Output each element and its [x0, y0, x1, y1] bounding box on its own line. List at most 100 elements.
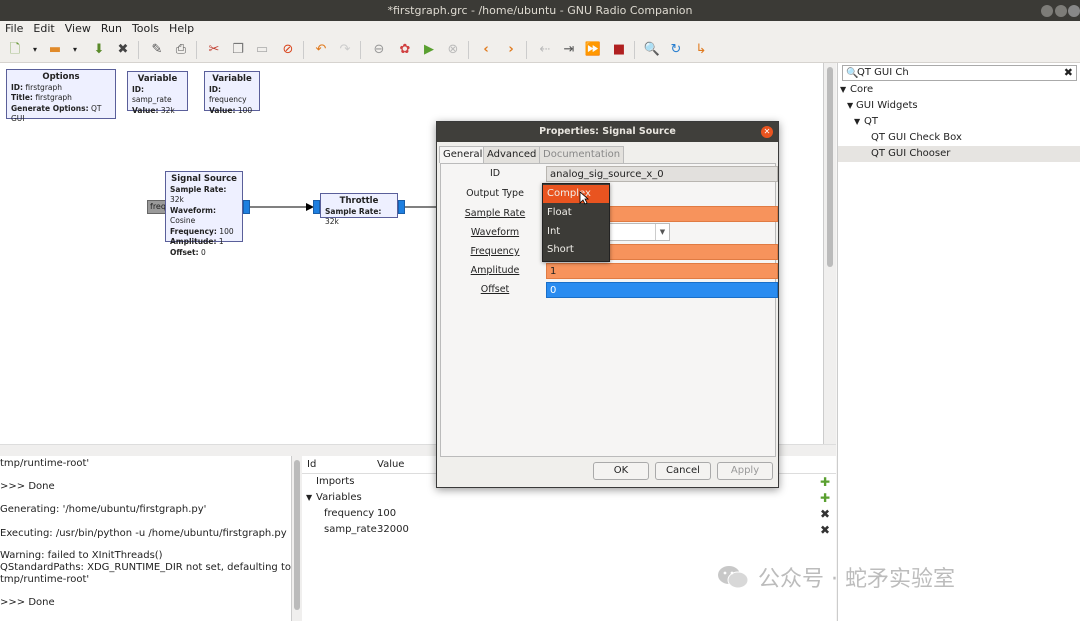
connection-line — [405, 206, 437, 208]
menu-run[interactable]: Run — [96, 21, 127, 37]
bypass-icon[interactable]: ⇠ — [536, 41, 554, 59]
sample-rate-label: Sample Rate — [464, 208, 526, 219]
menu-edit[interactable]: Edit — [28, 21, 59, 37]
console-line: tmp/runtime-root' — [0, 574, 90, 585]
console-line: tmp/runtime-root' — [0, 458, 90, 469]
expand-arrow-icon[interactable]: ▼ — [854, 114, 860, 130]
hier-icon[interactable]: ⇥ — [560, 41, 578, 59]
more-icon[interactable]: ↳ — [692, 41, 710, 59]
variable-samp-rate-block[interactable]: Variable ID: samp_rate Value: 32k — [127, 71, 188, 115]
expand-arrow-icon[interactable]: ▼ — [306, 490, 312, 506]
signal-source-out-port[interactable] — [243, 200, 250, 214]
column-id[interactable]: Id — [307, 456, 316, 474]
print-icon[interactable]: ⎙ — [172, 41, 190, 59]
add-import-icon[interactable]: ✚ — [818, 475, 832, 489]
waveform-label: Waveform — [470, 227, 520, 238]
tab-advanced[interactable]: Advanced — [483, 146, 541, 163]
dropdown-icon[interactable]: ▾ — [26, 41, 44, 59]
redo-icon[interactable]: ↷ — [336, 41, 354, 59]
search-icon: 🔍 — [846, 68, 859, 79]
chevron-down-icon[interactable]: ▼ — [655, 224, 669, 240]
throttle-out-port[interactable] — [398, 200, 405, 214]
find-icon[interactable]: 🔍 — [643, 41, 661, 59]
disable-icon[interactable]: ⊖ — [370, 41, 388, 59]
tab-general[interactable]: General — [439, 146, 487, 163]
window-title: *firstgraph.grc - /home/ubuntu - GNU Rad… — [387, 4, 693, 17]
table-row[interactable]: ▼ Variables — [302, 490, 836, 506]
cancel-button[interactable]: Cancel — [655, 462, 711, 480]
generate-icon[interactable]: ✿ — [396, 41, 414, 59]
reload-icon[interactable]: ↻ — [667, 41, 685, 59]
menu-help[interactable]: Help — [164, 21, 199, 37]
expand-arrow-icon[interactable]: ▼ — [840, 82, 846, 98]
menu-view[interactable]: View — [60, 21, 96, 37]
console-scrollbar[interactable] — [292, 456, 302, 621]
column-value[interactable]: Value — [377, 456, 404, 474]
id-field[interactable]: analog_sig_source_x_0 — [546, 166, 778, 182]
throttle-in-port[interactable] — [313, 200, 320, 214]
tree-item-qt-gui-check-box[interactable]: QT GUI Check Box — [838, 130, 1080, 146]
option-complex[interactable]: Complex — [543, 185, 609, 203]
scroll-thumb[interactable] — [294, 460, 300, 610]
tree-item-core[interactable]: ▼ Core — [838, 82, 1080, 98]
signal-source-block[interactable]: Signal Source Sample Rate: 32k Waveform:… — [165, 171, 243, 257]
menu-file[interactable]: File — [0, 21, 28, 37]
canvas-vertical-scrollbar[interactable] — [824, 63, 836, 444]
undo-icon[interactable]: ↶ — [312, 41, 330, 59]
clear-search-icon[interactable]: ✖ — [1064, 66, 1073, 80]
tree-item-qt-gui-chooser[interactable]: QT GUI Chooser — [838, 146, 1080, 162]
block-search-input[interactable]: 🔍 QT GUI Ch ✖ — [842, 65, 1077, 81]
tab-documentation[interactable]: Documentation — [539, 146, 625, 163]
rotate-right-icon[interactable]: › — [502, 41, 520, 59]
output-type-dropdown[interactable]: Complex Float Int Short — [542, 183, 610, 262]
remove-variable-icon[interactable]: ✖ — [818, 507, 832, 521]
option-int[interactable]: Int — [543, 223, 609, 241]
console-line: Generating: '/home/ubuntu/firstgraph.py' — [0, 504, 207, 515]
close-window-button[interactable] — [1068, 5, 1080, 17]
remove-variable-icon[interactable]: ✖ — [818, 523, 832, 537]
tree-item-label: GUI Widgets — [856, 100, 918, 111]
apply-button[interactable]: Apply — [717, 462, 773, 480]
console-line: QStandardPaths: XDG_RUNTIME_DIR not set,… — [0, 562, 292, 573]
minimize-button[interactable] — [1041, 5, 1053, 17]
console-output: tmp/runtime-root' >>> Done Generating: '… — [0, 456, 292, 621]
maximize-button[interactable] — [1055, 5, 1067, 17]
dropdown-icon[interactable]: ▾ — [66, 41, 84, 59]
variable-frequency-block[interactable]: Variable ID: frequency Value: 100 — [204, 71, 260, 115]
offset-field[interactable]: 0 — [546, 282, 778, 298]
amplitude-field[interactable]: 1 — [546, 263, 778, 279]
mouse-cursor-icon — [579, 191, 589, 205]
rotate-left-icon[interactable]: ‹ — [477, 41, 495, 59]
stop-icon[interactable]: ⊗ — [444, 41, 462, 59]
kill-icon[interactable]: ■ — [610, 41, 628, 59]
options-block[interactable]: Options ID: firstgraph Title: firstgraph… — [6, 69, 116, 123]
run-icon[interactable]: ▶ — [420, 41, 438, 59]
option-short[interactable]: Short — [543, 241, 609, 259]
forward-icon[interactable]: ⏩ — [584, 41, 602, 59]
offset-label: Offset — [480, 284, 510, 295]
dialog-title: Properties: Signal Source ✕ — [437, 122, 778, 142]
tree-item-gui-widgets[interactable]: ▼ GUI Widgets — [838, 98, 1080, 114]
delete-icon[interactable]: ⊘ — [279, 41, 297, 59]
new-icon[interactable]: 🗋 — [6, 41, 24, 59]
paste-icon[interactable]: ▭ — [253, 41, 271, 59]
add-variable-icon[interactable]: ✚ — [818, 491, 832, 505]
close-icon[interactable]: ✖ — [114, 41, 132, 59]
open-icon[interactable]: ▬ — [46, 41, 64, 59]
tree-item-qt[interactable]: ▼ QT — [838, 114, 1080, 130]
menu-tools[interactable]: Tools — [127, 21, 164, 37]
cut-icon[interactable]: ✂ — [205, 41, 223, 59]
table-row[interactable]: samp_rate 32000 — [302, 522, 836, 538]
scroll-thumb[interactable] — [827, 67, 833, 267]
edit-icon[interactable]: ✎ — [148, 41, 166, 59]
ok-button[interactable]: OK — [593, 462, 649, 480]
copy-icon[interactable]: ❐ — [229, 41, 247, 59]
save-icon[interactable]: ⬇ — [90, 41, 108, 59]
console-line: Executing: /usr/bin/python -u /home/ubun… — [0, 528, 287, 539]
table-row[interactable]: frequency 100 — [302, 506, 836, 522]
toolbar: 🗋 ▾ ▬ ▾ ⬇ ✖ ✎ ⎙ ✂ ❐ ▭ ⊘ ↶ ↷ ⊖ ✿ ▶ ⊗ ‹ › … — [0, 37, 1080, 63]
expand-arrow-icon[interactable]: ▼ — [847, 98, 853, 114]
throttle-block[interactable]: Throttle Sample Rate: 32k — [320, 193, 398, 226]
option-float[interactable]: Float — [543, 204, 609, 222]
close-icon[interactable]: ✕ — [761, 126, 773, 138]
